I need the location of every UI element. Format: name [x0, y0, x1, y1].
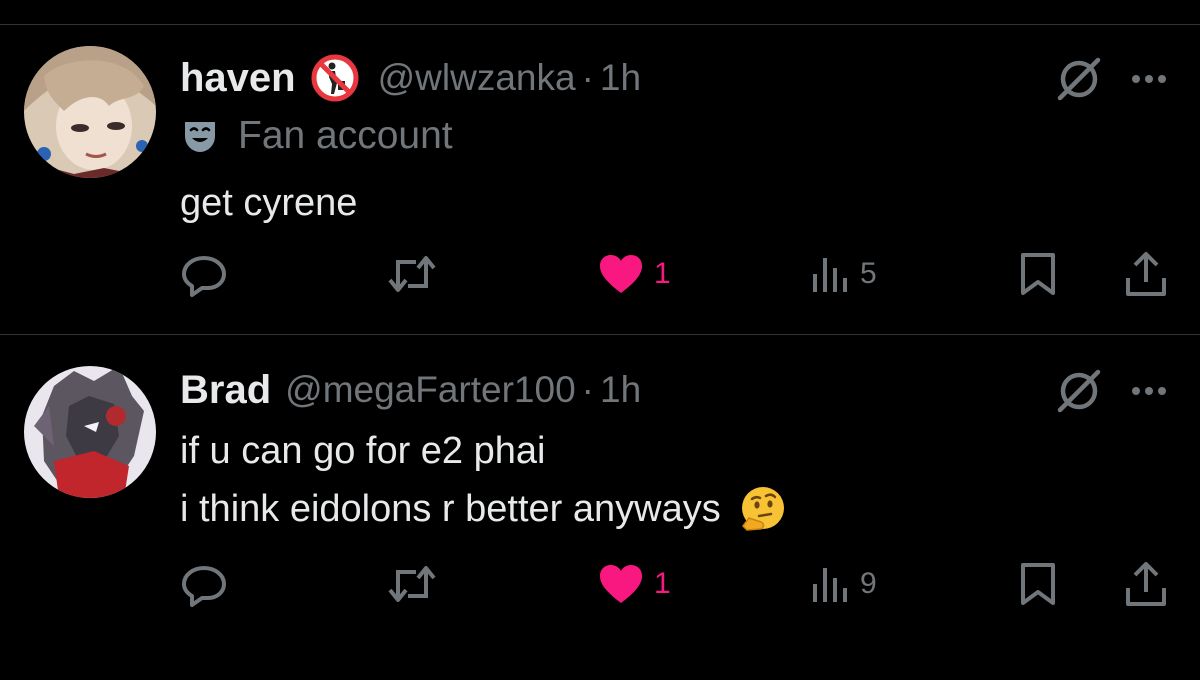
- handle[interactable]: @megaFarter100: [285, 369, 576, 411]
- timestamp[interactable]: 1h: [600, 369, 641, 411]
- theater-mask-icon: [185, 122, 215, 152]
- separator-dot: ·: [581, 57, 594, 98]
- bookmark-icon: [1021, 253, 1055, 295]
- repost-button[interactable]: [386, 244, 438, 304]
- analytics-icon: [813, 568, 847, 602]
- grok-icon[interactable]: [1052, 364, 1104, 416]
- repost-button[interactable]: [386, 554, 438, 614]
- reply-icon: [182, 256, 226, 297]
- view-count: 5: [860, 257, 877, 290]
- like-count: 1: [654, 257, 671, 290]
- like-count: 1: [654, 567, 671, 600]
- avatar[interactable]: [24, 366, 156, 498]
- tweet-header: Brad @megaFarter100 · 1h: [180, 360, 641, 420]
- views-button[interactable]: 9: [810, 554, 877, 614]
- separator-dot: ·: [581, 369, 594, 410]
- bookmark-icon: [1021, 563, 1055, 605]
- tweet[interactable]: Brad @megaFarter100 · 1h if u can go for…: [0, 336, 1200, 636]
- display-name[interactable]: Brad: [180, 368, 271, 413]
- like-button[interactable]: 1: [598, 554, 671, 614]
- more-icon[interactable]: [1124, 364, 1174, 416]
- reply-icon: [182, 566, 226, 607]
- heart-filled-icon: [600, 255, 642, 293]
- bookmark-button[interactable]: [1018, 554, 1058, 614]
- view-count: 9: [860, 567, 877, 600]
- display-name[interactable]: haven: [180, 56, 296, 101]
- text-line-wrap: i think eidolons r better anyways: [180, 480, 787, 538]
- reply-button[interactable]: [180, 554, 228, 614]
- top-divider: [0, 24, 1200, 25]
- handle[interactable]: @wlwzanka: [378, 57, 576, 99]
- repost-icon: [388, 256, 436, 292]
- share-button[interactable]: [1124, 554, 1168, 614]
- repost-icon: [388, 566, 436, 602]
- action-bar: 1 5: [0, 244, 1200, 304]
- like-button[interactable]: 1: [598, 244, 671, 304]
- views-button[interactable]: 5: [810, 244, 877, 304]
- timestamp[interactable]: 1h: [600, 57, 641, 99]
- tweet-header: haven @wlwzanka · 1h: [180, 48, 641, 108]
- text-line: i think eidolons r better anyways: [180, 488, 721, 530]
- tweet-divider: [0, 334, 1200, 335]
- text-line: if u can go for e2 phai: [180, 430, 546, 472]
- thinking-face-icon: [741, 487, 784, 531]
- reply-button[interactable]: [180, 244, 228, 304]
- tweet-text: get cyrene: [180, 174, 357, 232]
- tweet[interactable]: haven @wlwzanka · 1h Fan account get cyr…: [0, 26, 1200, 326]
- grok-icon[interactable]: [1052, 52, 1104, 104]
- automated-label: Fan account: [180, 114, 453, 158]
- analytics-icon: [813, 258, 847, 292]
- tweet-text: if u can go for e2 phai i think eidolons…: [180, 422, 787, 538]
- share-icon: [1126, 562, 1166, 606]
- action-bar: 1 9: [0, 554, 1200, 614]
- share-button[interactable]: [1124, 244, 1168, 304]
- avatar[interactable]: [24, 46, 156, 178]
- more-icon[interactable]: [1124, 52, 1174, 104]
- no-littering-icon: [310, 53, 360, 103]
- bookmark-button[interactable]: [1018, 244, 1058, 304]
- heart-filled-icon: [600, 565, 642, 603]
- share-icon: [1126, 252, 1166, 296]
- label-text: Fan account: [238, 114, 453, 157]
- text-line: get cyrene: [180, 182, 358, 224]
